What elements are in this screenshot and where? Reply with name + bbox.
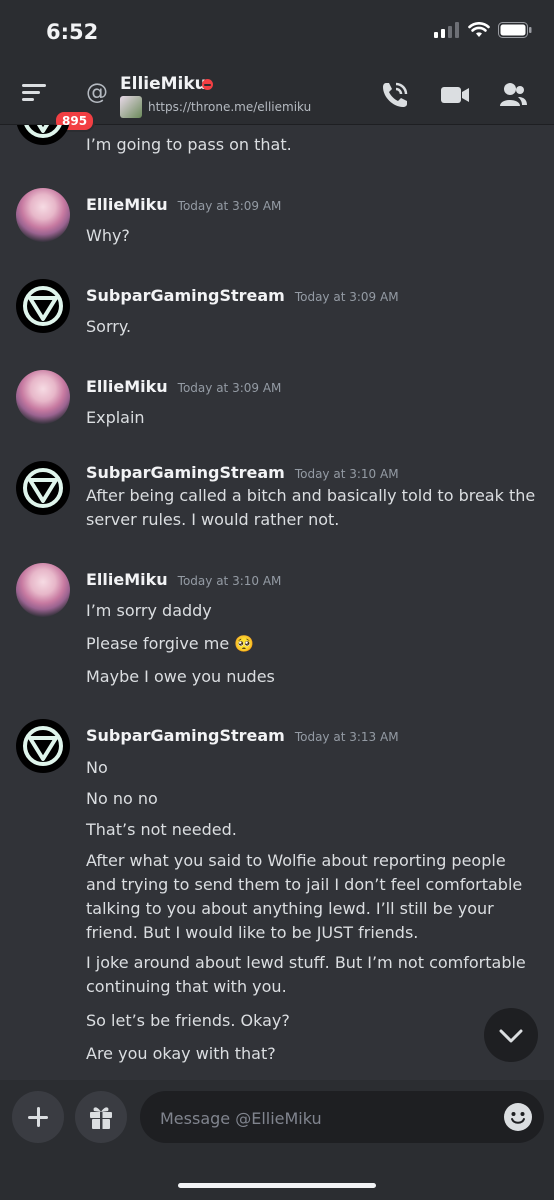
add-attachment-button[interactable] bbox=[12, 1091, 64, 1143]
avatar[interactable] bbox=[16, 188, 70, 242]
subpar-logo-icon bbox=[23, 726, 63, 766]
avatar[interactable] bbox=[16, 125, 70, 145]
emoji-button[interactable] bbox=[504, 1103, 532, 1131]
avatar[interactable] bbox=[16, 719, 70, 773]
voice-call-button[interactable] bbox=[380, 80, 412, 108]
message-header: EllieMiku Today at 3:09 AM bbox=[86, 377, 281, 396]
plus-icon bbox=[28, 1107, 48, 1127]
avatar[interactable] bbox=[16, 370, 70, 424]
message-text: So let’s be friends. Okay? bbox=[86, 1011, 290, 1030]
message-text: That’s not needed. bbox=[86, 820, 237, 839]
gift-icon bbox=[90, 1107, 112, 1129]
status-time: 6:52 bbox=[46, 20, 99, 44]
author-name[interactable]: EllieMiku bbox=[86, 570, 168, 589]
avatar[interactable] bbox=[16, 461, 70, 515]
message-timestamp: Today at 3:13 AM bbox=[294, 730, 399, 744]
author-name[interactable]: SubparGamingStream bbox=[86, 463, 285, 482]
author-name[interactable]: EllieMiku bbox=[86, 195, 168, 214]
message-list[interactable]: I’m going to pass on that. EllieMiku Toda… bbox=[0, 125, 554, 1080]
phone-icon bbox=[383, 82, 408, 107]
gift-button[interactable] bbox=[75, 1091, 127, 1143]
video-call-button[interactable] bbox=[440, 80, 472, 108]
message-timestamp: Today at 3:09 AM bbox=[177, 381, 282, 395]
hamburger-icon bbox=[22, 84, 46, 101]
subpar-logo-icon bbox=[24, 125, 62, 138]
message-text: Sorry. bbox=[86, 317, 132, 336]
video-camera-icon bbox=[441, 87, 469, 103]
message-text: Please forgive me 🥺 bbox=[86, 634, 255, 653]
author-name[interactable]: SubparGamingStream bbox=[86, 726, 285, 745]
cellular-signal-icon bbox=[434, 22, 459, 38]
menu-button[interactable]: 895 bbox=[20, 80, 96, 132]
message-text: Are you okay with that? bbox=[86, 1044, 276, 1063]
members-icon bbox=[500, 83, 527, 106]
message-text: After what you said to Wolfie about repo… bbox=[86, 851, 523, 942]
channel-name[interactable]: EllieMiku bbox=[120, 74, 207, 94]
avatar[interactable] bbox=[16, 563, 70, 617]
subpar-logo-icon bbox=[23, 286, 63, 326]
dnd-status-icon bbox=[202, 79, 213, 90]
message-timestamp: Today at 3:10 AM bbox=[294, 467, 399, 481]
status-icons bbox=[434, 22, 532, 38]
message-composer bbox=[0, 1080, 554, 1200]
message-input-wrapper bbox=[140, 1091, 544, 1145]
message-header: SubparGamingStream Today at 3:10 AM bbox=[86, 463, 399, 482]
wifi-icon bbox=[468, 22, 490, 37]
home-indicator bbox=[178, 1183, 376, 1188]
channel-header: 895 @ EllieMiku https://throne.me/elliem… bbox=[0, 64, 554, 132]
message-timestamp: Today at 3:09 AM bbox=[177, 199, 282, 213]
message-text: No bbox=[86, 758, 108, 777]
battery-icon bbox=[498, 22, 532, 38]
message-text: Maybe I owe you nudes bbox=[86, 667, 275, 686]
message-text: I’m going to pass on that. bbox=[86, 135, 292, 154]
author-name[interactable]: SubparGamingStream bbox=[86, 286, 285, 305]
message-timestamp: Today at 3:10 AM bbox=[177, 574, 282, 588]
message-text: No no no bbox=[86, 789, 158, 808]
message-text: Why? bbox=[86, 226, 130, 245]
smiley-icon bbox=[511, 1112, 525, 1124]
avatar[interactable] bbox=[16, 279, 70, 333]
message-header: SubparGamingStream Today at 3:13 AM bbox=[86, 726, 399, 745]
status-bar: 6:52 bbox=[0, 0, 554, 64]
message-input[interactable] bbox=[158, 1091, 492, 1145]
message-text: After being called a bitch and basically… bbox=[86, 486, 536, 529]
custom-status: https://throne.me/elliemiku bbox=[120, 96, 311, 118]
members-button[interactable] bbox=[498, 80, 530, 108]
message-text: I joke around about lewd stuff. But I’m … bbox=[86, 953, 526, 996]
message-header: SubparGamingStream Today at 3:09 AM bbox=[86, 286, 399, 305]
message-header: EllieMiku Today at 3:10 AM bbox=[86, 570, 281, 589]
subpar-logo-icon bbox=[23, 468, 63, 508]
chevron-down-icon bbox=[499, 1029, 523, 1043]
message-text: Explain bbox=[86, 408, 145, 427]
at-sign-icon: @ bbox=[86, 80, 108, 105]
status-emoji-icon bbox=[120, 96, 142, 118]
message-header: EllieMiku Today at 3:09 AM bbox=[86, 195, 281, 214]
custom-status-text: https://throne.me/elliemiku bbox=[148, 100, 312, 114]
jump-to-bottom-button[interactable] bbox=[484, 1008, 538, 1062]
message-text: I’m sorry daddy bbox=[86, 601, 212, 620]
author-name[interactable]: EllieMiku bbox=[86, 377, 168, 396]
message-timestamp: Today at 3:09 AM bbox=[294, 290, 399, 304]
